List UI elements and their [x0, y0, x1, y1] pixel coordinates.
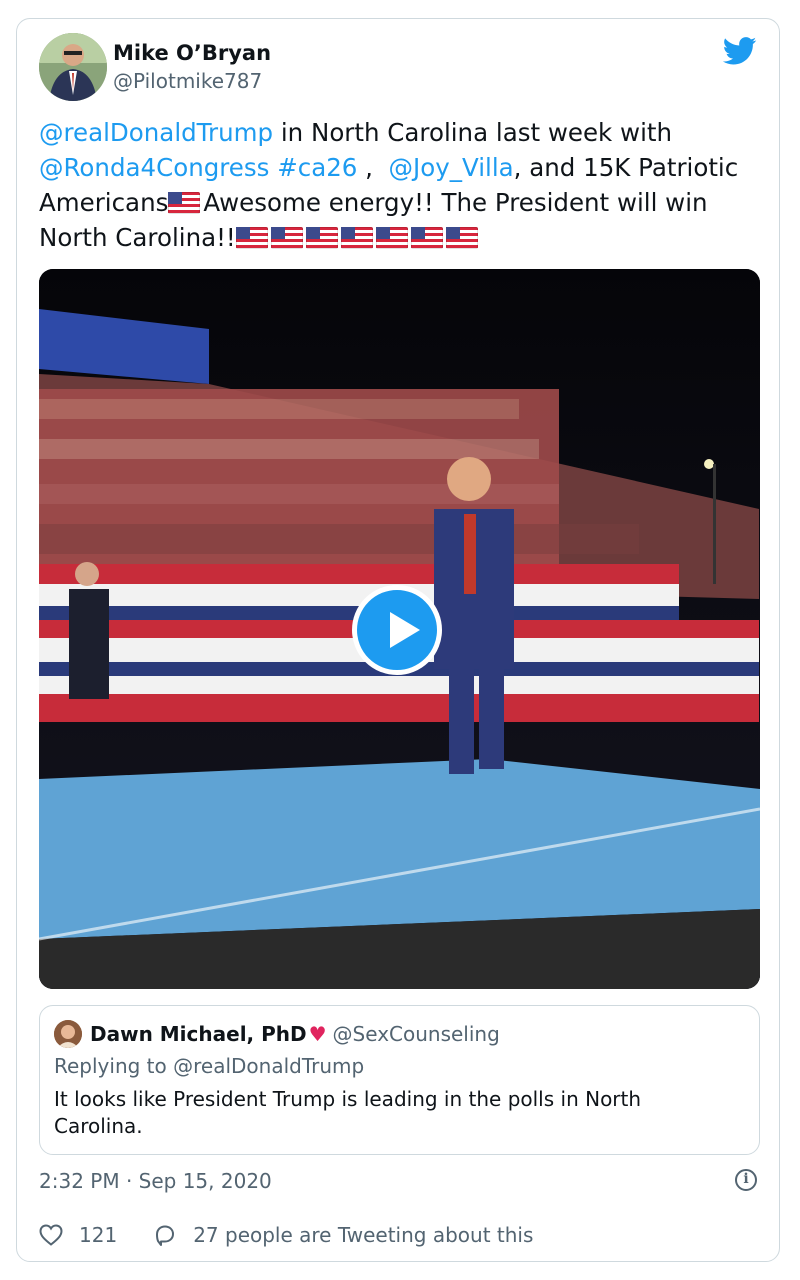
tweet-text: @realDonaldTrump in North Carolina last … [39, 115, 759, 255]
us-flag-icon [305, 227, 338, 249]
quoted-author-avatar[interactable] [54, 1020, 82, 1048]
video-player[interactable] [39, 269, 760, 989]
author-name[interactable]: Mike O’Bryan [113, 41, 271, 65]
reply-bubble-icon[interactable] [153, 1223, 177, 1247]
quoted-tweet-text: It looks like President Trump is leading… [54, 1087, 642, 1138]
heart-emoji-icon: ♥ [308, 1022, 327, 1046]
mention-joy-villa[interactable]: @Joy_Villa [389, 153, 514, 182]
tweet-metrics: 121 27 people are Tweeting about this [39, 1223, 569, 1247]
us-flag-icon [168, 192, 201, 214]
us-flag-icon [340, 227, 373, 249]
us-flag-icon [445, 227, 478, 249]
us-flag-emoji-row [235, 223, 481, 252]
replying-to: Replying to @realDonaldTrump [54, 1054, 365, 1078]
author-avatar[interactable] [39, 33, 107, 101]
tweeting-text: 27 people are Tweeting about this [193, 1223, 534, 1247]
us-flag-icon [270, 227, 303, 249]
tweet-text-part: in North Carolina last week with [273, 118, 673, 147]
mention-realdonaldtrump[interactable]: @realDonaldTrump [39, 118, 273, 147]
play-button[interactable] [352, 585, 442, 675]
us-flag-icon [235, 227, 268, 249]
heart-outline-icon[interactable] [39, 1224, 63, 1246]
us-flag-icon [410, 227, 443, 249]
quoted-author-name[interactable]: Dawn Michael, PhD [90, 1022, 307, 1046]
twitter-bird-icon[interactable] [723, 37, 757, 65]
tweeting-metric[interactable]: 27 people are Tweeting about this [153, 1223, 533, 1247]
hashtag-ca26[interactable]: #ca26 [277, 153, 357, 182]
info-icon[interactable] [735, 1169, 757, 1191]
quoted-tweet[interactable]: Dawn Michael, PhD ♥ @SexCounseling Replyin… [39, 1005, 760, 1155]
tweet-text-part: , [357, 153, 389, 182]
mention-ronda4congress[interactable]: @Ronda4Congress [39, 153, 269, 182]
author-handle[interactable]: @Pilotmike787 [113, 69, 262, 93]
quoted-author-handle[interactable]: @SexCounseling [333, 1022, 500, 1046]
tweet-timestamp[interactable]: 2:32 PM · Sep 15, 2020 [39, 1169, 272, 1193]
tweet-card: Mike O’Bryan @Pilotmike787 @realDonaldTr… [16, 18, 780, 1262]
like-count: 121 [79, 1223, 118, 1247]
quoted-author-line: Dawn Michael, PhD ♥ @SexCounseling [90, 1022, 500, 1046]
like-metric[interactable]: 121 [39, 1223, 117, 1247]
us-flag-icon [375, 227, 408, 249]
